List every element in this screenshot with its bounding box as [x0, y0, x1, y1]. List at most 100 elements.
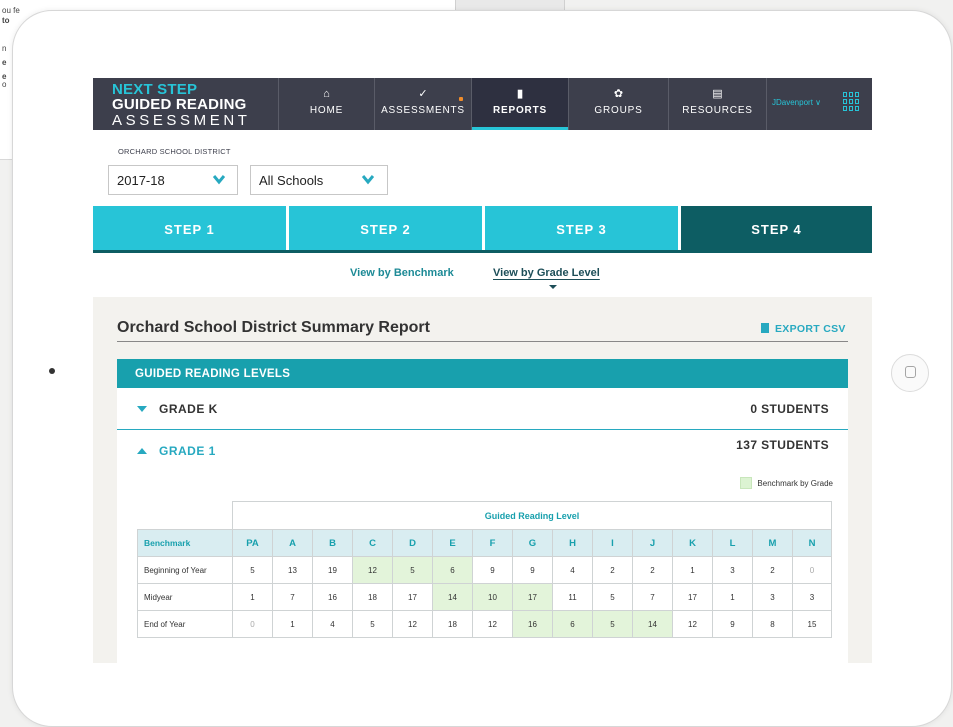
table-cell: 17: [672, 583, 713, 611]
table-cell-benchmark: 17: [512, 583, 553, 611]
expand-arrow-icon: [137, 406, 147, 412]
table-caption: Guided Reading Level: [232, 501, 832, 530]
table-cell: 2: [592, 556, 633, 584]
active-view-caret: [549, 285, 557, 289]
check-icon: ✓: [418, 88, 428, 100]
table-cell: 1: [272, 610, 313, 638]
table-cell: 9: [512, 556, 553, 584]
table-cell: 5: [232, 556, 273, 584]
table-row: Midyear 1 7 16 18 17 14 10 17 11 5 7 17 …: [137, 583, 832, 611]
table-caption-blank: [138, 502, 233, 530]
grade-k-row[interactable]: GRADE K 0 STUDENTS: [117, 388, 848, 429]
report-title-underline: [117, 341, 848, 342]
school-select-value: All Schools: [259, 173, 324, 188]
chevron-down-icon: ∨: [815, 98, 822, 107]
nav-groups[interactable]: ✿ GROUPS: [568, 78, 668, 130]
column-header: D: [392, 529, 433, 557]
year-select-value: 2017-18: [117, 173, 165, 188]
user-menu[interactable]: JDavenport ∨: [766, 78, 872, 130]
table-cell: 2: [752, 556, 793, 584]
nav-groups-label: GROUPS: [594, 105, 643, 116]
table-cell-benchmark: 6: [432, 556, 473, 584]
nav-assessments-label: ASSESSMENTS: [381, 105, 465, 116]
view-by-benchmark-link[interactable]: View by Benchmark: [350, 267, 454, 279]
alert-badge: [459, 97, 463, 101]
row-label: Beginning of Year: [137, 556, 233, 584]
table-cell: 2: [632, 556, 673, 584]
tab-step-4[interactable]: STEP 4: [681, 206, 872, 252]
background-text: n: [2, 44, 7, 53]
row-label: End of Year: [137, 610, 233, 638]
table-caption-row: Guided Reading Level: [138, 501, 832, 530]
table-cell: 11: [552, 583, 593, 611]
grade-1-count: 137 STUDENTS: [736, 438, 829, 452]
groups-icon: ✿: [613, 88, 624, 100]
column-header: J: [632, 529, 673, 557]
background-text: e: [2, 58, 7, 67]
column-header: I: [592, 529, 633, 557]
legend-swatch: [740, 477, 753, 489]
year-select[interactable]: 2017-18: [108, 165, 238, 195]
table-cell: 1: [672, 556, 713, 584]
background-text: o: [2, 80, 7, 89]
table-cell-benchmark: 12: [352, 556, 393, 584]
school-select[interactable]: All Schools: [250, 165, 388, 195]
chevron-down-icon: [213, 175, 225, 185]
table-cell: 8: [752, 610, 793, 638]
app-logo[interactable]: NEXT STEP GUIDED READING ASSESSMENT: [112, 82, 251, 129]
table-cell: 19: [312, 556, 353, 584]
camera-dot: [49, 368, 55, 374]
logo-line-1: NEXT STEP: [112, 81, 198, 98]
table-cell: 9: [472, 556, 513, 584]
nav-resources[interactable]: ▤ RESOURCES: [668, 78, 766, 130]
table-cell-benchmark: 10: [472, 583, 513, 611]
column-header: L: [712, 529, 753, 557]
nav-reports[interactable]: ▮ REPORTS: [471, 78, 568, 130]
chevron-down-icon: [362, 175, 374, 185]
column-header: Benchmark: [137, 529, 233, 557]
table-cell: 12: [672, 610, 713, 638]
logo-line-3: ASSESSMENT: [112, 112, 251, 129]
view-by-grade-level-link[interactable]: View by Grade Level: [493, 267, 600, 279]
table-cell: 3: [792, 583, 832, 611]
home-icon: ⌂: [323, 88, 330, 100]
nav-reports-label: REPORTS: [493, 105, 547, 116]
table-cell: 1: [232, 583, 273, 611]
nav-assessments[interactable]: ✓ ASSESSMENTS: [374, 78, 471, 130]
report-title: Orchard School District Summary Report: [117, 319, 430, 336]
table-cell: 5: [592, 583, 633, 611]
grade-1-row[interactable]: GRADE 1 137 STUDENTS: [117, 430, 848, 470]
app-screen: NEXT STEP GUIDED READING ASSESSMENT ⌂ HO…: [93, 78, 872, 663]
footnote-text: [137, 655, 697, 661]
column-header: N: [792, 529, 832, 557]
reading-level-table: Guided Reading Level Benchmark PA A B C …: [137, 501, 832, 638]
table-cell: 7: [632, 583, 673, 611]
grade-k-count: 0 STUDENTS: [750, 402, 829, 416]
table-cell: 3: [712, 556, 753, 584]
export-csv-button[interactable]: EXPORT CSV: [761, 323, 846, 335]
table-cell: 4: [312, 610, 353, 638]
table-cell-benchmark: 14: [632, 610, 673, 638]
table-cell-benchmark: 5: [392, 556, 433, 584]
step-tabs: STEP 1 STEP 2 STEP 3 STEP 4: [93, 206, 872, 252]
table-cell-benchmark: 16: [512, 610, 553, 638]
tab-step-2[interactable]: STEP 2: [289, 206, 485, 252]
nav-home[interactable]: ⌂ HOME: [278, 78, 374, 130]
column-header: PA: [232, 529, 273, 557]
guided-reading-card: GUIDED READING LEVELS GRADE K 0 STUDENTS…: [117, 359, 848, 663]
column-header: G: [512, 529, 553, 557]
nav-resources-label: RESOURCES: [682, 105, 753, 116]
column-header: B: [312, 529, 353, 557]
table-cell: 18: [432, 610, 473, 638]
district-label: ORCHARD SCHOOL DISTRICT: [118, 147, 231, 156]
app-grid-icon[interactable]: [843, 92, 861, 114]
view-toggle: View by Benchmark View by Grade Level: [93, 253, 872, 297]
column-header: M: [752, 529, 793, 557]
filter-panel: ORCHARD SCHOOL DISTRICT 2017-18 All Scho…: [93, 130, 872, 206]
tab-step-3[interactable]: STEP 3: [485, 206, 681, 252]
collapse-arrow-icon: [137, 448, 147, 454]
user-name: JDavenport ∨: [772, 98, 822, 107]
tab-step-1[interactable]: STEP 1: [93, 206, 289, 252]
grade-k-label: GRADE K: [137, 402, 218, 416]
export-csv-label: EXPORT CSV: [775, 323, 846, 335]
